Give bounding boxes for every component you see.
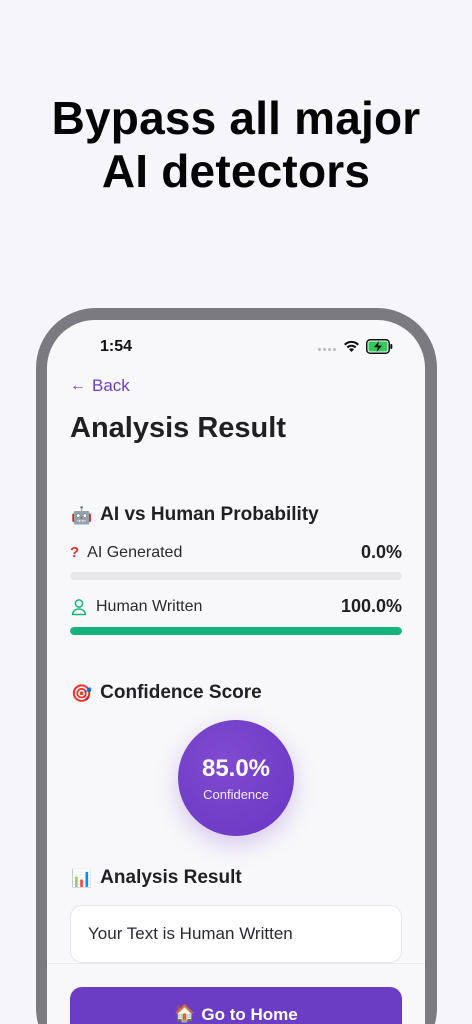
headline-line-1: Bypass all major xyxy=(51,92,421,144)
confidence-score-circle: 85.0% Confidence xyxy=(178,720,294,836)
page-title: Analysis Result xyxy=(70,412,286,444)
result-text: Your Text is Human Written xyxy=(88,924,293,943)
probability-section-title: 🤖 AI vs Human Probability xyxy=(71,504,319,526)
result-title-text: Analysis Result xyxy=(100,867,242,888)
human-written-bar xyxy=(70,627,402,635)
confidence-value: 85.0% xyxy=(201,754,271,782)
result-card: Your Text is Human Written xyxy=(70,905,402,963)
target-icon: 🎯 xyxy=(71,683,93,703)
ai-generated-label: AI Generated xyxy=(87,543,183,561)
back-button[interactable]: ← Back xyxy=(70,376,130,396)
ai-generated-bar xyxy=(70,572,402,580)
go-to-home-button[interactable]: 🏠 Go to Home xyxy=(70,987,402,1024)
headline-line-2: AI detectors xyxy=(101,145,371,197)
ai-generated-row: ? AI Generated 0.0% xyxy=(70,542,402,563)
back-label: Back xyxy=(92,376,130,395)
phone-screen: 1:54 ← Back Analysis Result 🤖 AI vs Huma… xyxy=(47,320,425,1024)
wifi-icon xyxy=(344,340,359,352)
robot-icon: 🤖 xyxy=(71,505,93,525)
bar-chart-icon: 📊 xyxy=(71,868,93,888)
arrow-left-icon: ← xyxy=(70,377,86,394)
status-time: 1:54 xyxy=(100,338,133,355)
human-written-value: 100.0% xyxy=(340,596,402,616)
probability-title-text: AI vs Human Probability xyxy=(100,504,319,525)
human-written-row: Human Written 100.0% xyxy=(70,596,402,617)
confidence-section-title: 🎯 Confidence Score xyxy=(71,682,262,704)
bottom-divider xyxy=(47,963,425,964)
confidence-title-text: Confidence Score xyxy=(100,682,262,703)
cellular-signal-icon xyxy=(318,348,336,351)
house-icon: 🏠 xyxy=(174,1004,196,1023)
result-section-title: 📊 Analysis Result xyxy=(71,867,242,889)
confidence-caption: Confidence xyxy=(203,786,269,802)
go-to-home-label: Go to Home xyxy=(201,1005,298,1024)
human-written-label: Human Written xyxy=(96,597,203,615)
battery-charging-icon xyxy=(366,339,393,354)
human-written-bar-fill xyxy=(70,627,402,635)
ai-generated-value: 0.0% xyxy=(360,542,402,562)
question-icon: ? xyxy=(70,544,80,561)
status-bar: 1:54 xyxy=(47,320,425,370)
promo-headline: Bypass all major AI detectors xyxy=(0,92,472,198)
person-icon xyxy=(71,598,87,615)
